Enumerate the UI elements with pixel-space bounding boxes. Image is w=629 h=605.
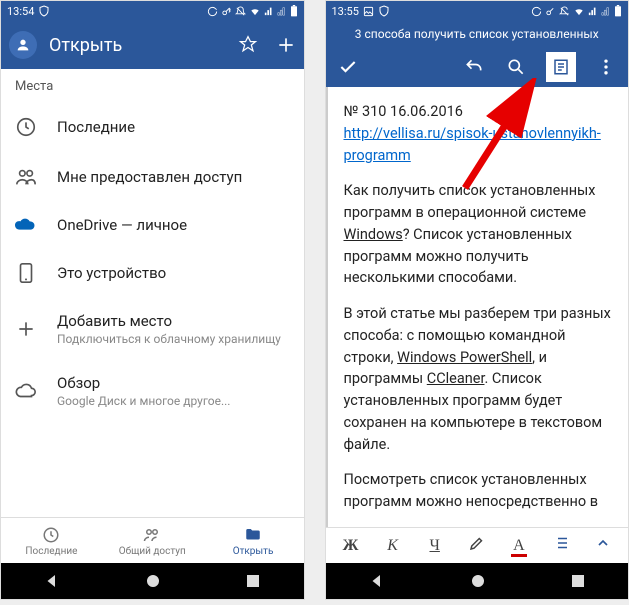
menu-label: Обзор	[57, 374, 230, 392]
signal-icon	[264, 6, 274, 16]
signal-icon	[588, 6, 598, 16]
format-bar: Ж К Ч A	[326, 527, 629, 563]
menu-item-browse[interactable]: Обзор Google Диск и многое другое...	[1, 360, 304, 422]
menu-label: Это устройство	[57, 264, 166, 282]
plus-icon	[16, 319, 36, 339]
system-nav	[326, 563, 629, 599]
clock-icon	[15, 116, 37, 138]
status-time: 13:54	[7, 5, 34, 18]
onedrive-icon	[15, 217, 37, 233]
key-icon	[545, 6, 556, 17]
wifi-icon	[573, 6, 585, 17]
doc-paragraph: В этой статье мы разберем три разных спо…	[344, 303, 613, 455]
signal-icon-2	[601, 6, 611, 16]
menu-label: Добавить место	[57, 312, 281, 330]
menu-label: OneDrive — личное	[57, 216, 187, 234]
shield-icon	[378, 5, 390, 17]
menu-label: Последние	[57, 118, 135, 136]
expand-button[interactable]	[582, 535, 624, 556]
doc-paragraph: Как получить список установленных програ…	[344, 180, 613, 289]
search-button[interactable]	[504, 55, 528, 79]
bottom-nav: Последние Общий доступ Открыть	[1, 517, 304, 563]
tab-label: Открыть	[233, 546, 274, 557]
back-icon[interactable]	[43, 572, 61, 590]
status-bar: 13:54	[1, 1, 304, 21]
list-button[interactable]	[540, 534, 582, 557]
undo-button[interactable]	[462, 55, 486, 79]
bell-off-icon	[559, 6, 570, 17]
tab-shared[interactable]: Общий доступ	[102, 518, 203, 563]
premium-icon[interactable]	[238, 35, 258, 55]
sync-icon	[207, 6, 218, 17]
document-title: 3 способа получить список установленных	[326, 21, 629, 47]
recent-apps-icon[interactable]	[570, 573, 586, 589]
menu-label: Мне предоставлен доступ	[57, 168, 242, 186]
status-bar: 13:55	[326, 1, 629, 21]
recent-apps-icon[interactable]	[245, 573, 261, 589]
phone-right: 13:55 3 способа получить список установл…	[325, 0, 629, 600]
menu-item-shared[interactable]: Мне предоставлен доступ	[1, 152, 304, 202]
status-time: 13:55	[332, 5, 359, 18]
people-icon	[15, 166, 37, 188]
phone-left: 13:54 Открыть Места	[0, 0, 305, 600]
section-label: Места	[1, 69, 304, 102]
battery-icon	[290, 5, 298, 17]
places-menu: Последние Мне предоставлен доступ OneDri…	[1, 102, 304, 517]
more-button[interactable]	[594, 55, 618, 79]
appbar-title: Открыть	[49, 35, 238, 56]
app-bar: Открыть	[1, 21, 304, 69]
menu-sub: Google Диск и многое другое...	[57, 394, 230, 408]
highlight-button[interactable]	[456, 534, 498, 557]
done-button[interactable]	[336, 55, 360, 79]
font-color-button[interactable]: A	[498, 537, 540, 555]
clock-icon	[42, 526, 60, 544]
bold-button[interactable]: Ж	[330, 537, 372, 555]
reading-view-button[interactable]	[546, 52, 576, 82]
device-icon	[18, 262, 34, 284]
add-icon[interactable]	[276, 35, 296, 55]
bell-off-icon	[235, 6, 246, 17]
battery-icon	[614, 5, 622, 17]
home-icon[interactable]	[145, 573, 161, 589]
people-icon	[143, 526, 161, 544]
doc-meta: № 310 16.06.2016	[344, 103, 463, 120]
signal-icon-2	[277, 6, 287, 16]
menu-item-device[interactable]: Это устройство	[1, 248, 304, 298]
tab-label: Общий доступ	[119, 546, 186, 557]
menu-sub: Подключиться к облачному хранилищу	[57, 332, 281, 346]
underline-button[interactable]: Ч	[414, 537, 456, 555]
menu-item-recent[interactable]: Последние	[1, 102, 304, 152]
cloud-icon	[15, 382, 37, 400]
tab-label: Последние	[25, 546, 77, 557]
user-avatar[interactable]	[9, 31, 37, 59]
doc-paragraph: Посмотреть список установленных программ…	[344, 469, 613, 513]
back-icon[interactable]	[368, 572, 386, 590]
menu-item-add-place[interactable]: Добавить место Подключиться к облачному …	[1, 298, 304, 360]
tab-recent[interactable]: Последние	[1, 518, 102, 563]
key-icon	[221, 6, 232, 17]
folder-icon	[244, 526, 262, 544]
wifi-icon	[249, 6, 261, 17]
shield-icon	[38, 5, 50, 17]
home-icon[interactable]	[470, 573, 486, 589]
system-nav	[1, 563, 304, 599]
editor-toolbar	[326, 47, 629, 87]
sync-icon	[531, 6, 542, 17]
image-icon	[363, 6, 374, 17]
doc-link[interactable]: http://vellisa.ru/spisok-ustanovlennyikh…	[344, 125, 601, 164]
document-body[interactable]: № 310 16.06.2016 http://vellisa.ru/spiso…	[326, 87, 629, 527]
menu-item-onedrive[interactable]: OneDrive — личное	[1, 202, 304, 248]
italic-button[interactable]: К	[372, 537, 414, 555]
tab-open[interactable]: Открыть	[203, 518, 304, 563]
